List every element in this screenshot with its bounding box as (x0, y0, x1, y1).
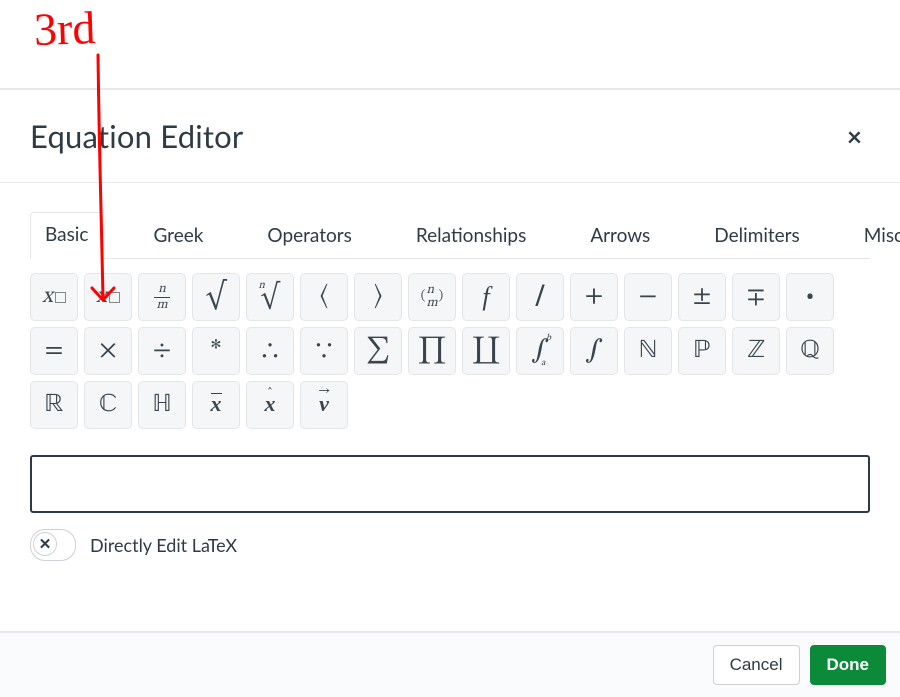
symbol-times[interactable]: × (84, 327, 132, 375)
tab-basic[interactable]: Basic (30, 212, 103, 259)
symbol-because[interactable]: ∵ (300, 327, 348, 375)
symbol-langle[interactable]: ⟨ (300, 273, 348, 321)
symbol-product[interactable]: ∏ (408, 327, 456, 375)
tab-greek[interactable]: Greek (139, 214, 217, 259)
symbol-subscript[interactable]: x (30, 273, 78, 321)
symbol-function-f[interactable]: f (462, 273, 510, 321)
symbol-superscript[interactable]: x (84, 273, 132, 321)
symbol-reals[interactable]: ℝ (30, 381, 78, 429)
tab-misc[interactable]: Misc (850, 214, 900, 259)
symbol-therefore[interactable]: ∴ (246, 327, 294, 375)
close-icon[interactable]: × (839, 116, 870, 156)
symbol-binomial[interactable]: (nm) (408, 273, 456, 321)
dialog-footer: Cancel Done (0, 631, 900, 697)
latex-toggle[interactable]: ✕ (30, 529, 76, 561)
symbol-bullet[interactable]: • (786, 273, 834, 321)
symbol-definite-integral[interactable]: ∫ba (516, 327, 564, 375)
symbol-x-hat[interactable]: ˆx (246, 381, 294, 429)
tab-relationships[interactable]: Relationships (402, 214, 540, 259)
symbol-x-bar[interactable]: x (192, 381, 240, 429)
symbol-integers[interactable]: ℤ (732, 327, 780, 375)
symbol-toolbar: x x nm √ n√ ⟨ ⟩ (nm) f / + − ± ∓ • = × ÷… (30, 273, 870, 429)
symbol-asterisk[interactable]: * (192, 327, 240, 375)
symbol-minusplus[interactable]: ∓ (732, 273, 780, 321)
symbol-fraction[interactable]: nm (138, 273, 186, 321)
dialog-title: Equation Editor (30, 117, 839, 155)
symbol-rationals[interactable]: ℚ (786, 327, 834, 375)
symbol-coproduct[interactable]: ∐ (462, 327, 510, 375)
cancel-button[interactable]: Cancel (713, 645, 800, 685)
symbol-nthroot[interactable]: n√ (246, 273, 294, 321)
toggle-knob-x-icon: ✕ (33, 532, 57, 556)
symbol-slash[interactable]: / (516, 273, 564, 321)
symbol-v-vector[interactable]: →v (300, 381, 348, 429)
symbol-sqrt[interactable]: √ (192, 273, 240, 321)
tab-bar: Basic Greek Operators Relationships Arro… (30, 211, 870, 259)
symbol-equals[interactable]: = (30, 327, 78, 375)
symbol-complex[interactable]: ℂ (84, 381, 132, 429)
symbol-plus[interactable]: + (570, 273, 618, 321)
tab-delimiters[interactable]: Delimiters (700, 214, 813, 259)
symbol-plusminus[interactable]: ± (678, 273, 726, 321)
latex-toggle-label: Directly Edit LaTeX (90, 534, 237, 556)
symbol-quaternions[interactable]: ℍ (138, 381, 186, 429)
symbol-minus[interactable]: − (624, 273, 672, 321)
tab-arrows[interactable]: Arrows (576, 214, 664, 259)
symbol-rangle[interactable]: ⟩ (354, 273, 402, 321)
symbol-sum[interactable]: ∑ (354, 327, 402, 375)
equation-input[interactable] (30, 455, 870, 513)
tab-operators[interactable]: Operators (253, 214, 365, 259)
symbol-integral[interactable]: ∫ (570, 327, 618, 375)
done-button[interactable]: Done (810, 645, 887, 685)
symbol-primes[interactable]: ℙ (678, 327, 726, 375)
symbol-naturals[interactable]: ℕ (624, 327, 672, 375)
symbol-divide[interactable]: ÷ (138, 327, 186, 375)
